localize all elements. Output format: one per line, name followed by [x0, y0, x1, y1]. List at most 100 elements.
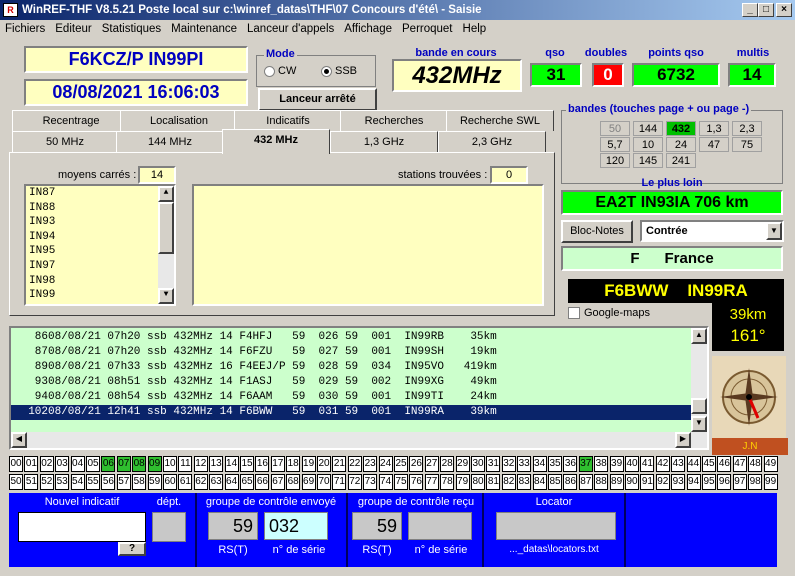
number-cell[interactable]: 40: [625, 456, 639, 472]
launcher-button[interactable]: Lanceur arrêté: [258, 88, 377, 111]
tab-recentrage[interactable]: Recentrage: [12, 110, 130, 131]
square-item[interactable]: IN95: [29, 244, 174, 259]
number-cell[interactable]: 75: [394, 474, 408, 490]
scroll-thumb[interactable]: [691, 398, 707, 414]
number-cell[interactable]: 15: [240, 456, 254, 472]
square-item[interactable]: IN98: [29, 274, 174, 289]
square-item[interactable]: IN88: [29, 201, 174, 216]
number-cell[interactable]: 92: [655, 474, 670, 490]
number-cell[interactable]: 07: [116, 456, 131, 472]
number-cell[interactable]: 37: [578, 456, 593, 472]
number-cell[interactable]: 01: [24, 456, 39, 472]
number-cell[interactable]: 88: [594, 474, 609, 490]
band-button-2-3[interactable]: 2,3: [732, 121, 762, 136]
number-cell[interactable]: 91: [640, 474, 655, 490]
found-stations-list[interactable]: [192, 184, 544, 306]
number-cell[interactable]: 67: [270, 474, 285, 490]
number-cell[interactable]: 95: [702, 474, 716, 490]
band-button-145[interactable]: 145: [633, 153, 663, 168]
menu-lanceur[interactable]: Lanceur d'appels: [242, 23, 339, 35]
square-item[interactable]: IN99: [29, 288, 174, 303]
number-cell[interactable]: 72: [347, 474, 362, 490]
band-button-10[interactable]: 10: [633, 137, 663, 152]
mode-cw-radio[interactable]: CW: [264, 65, 296, 77]
number-cell[interactable]: 93: [671, 474, 686, 490]
menu-help[interactable]: Help: [458, 23, 492, 35]
menu-perroquet[interactable]: Perroquet: [397, 23, 458, 35]
number-cell[interactable]: 33: [517, 456, 532, 472]
band-button-47[interactable]: 47: [699, 137, 729, 152]
squares-list[interactable]: IN87 IN88 IN93 IN94 IN95 IN97 IN98 IN99 ▲ ▼: [24, 184, 176, 306]
number-cell[interactable]: 77: [424, 474, 439, 490]
number-cell[interactable]: 71: [332, 474, 347, 490]
number-cell[interactable]: 27: [424, 456, 439, 472]
locator-field[interactable]: [496, 512, 616, 540]
scroll-left-icon[interactable]: ◀: [11, 432, 27, 448]
table-row[interactable]: 8908/08/21 07h33 ssb 432MHz 16 F4EEJ/P 59 028 59…: [11, 360, 707, 375]
number-cell[interactable]: 09: [147, 456, 162, 472]
band-button-75[interactable]: 75: [732, 137, 762, 152]
tab-144mhz[interactable]: 144 MHz: [116, 131, 224, 152]
menu-maintenance[interactable]: Maintenance: [166, 23, 242, 35]
number-cell[interactable]: 47: [732, 456, 747, 472]
scroll-down-icon[interactable]: ▼: [158, 288, 174, 304]
mode-ssb-radio[interactable]: SSB: [321, 65, 357, 77]
number-cell[interactable]: 90: [625, 474, 639, 490]
menu-affichage[interactable]: Affichage: [339, 23, 397, 35]
table-row[interactable]: 8608/08/21 07h20 ssb 432MHz 14 F4HFJ 59 026 59 00…: [11, 330, 707, 345]
number-cell[interactable]: 23: [363, 456, 378, 472]
scroll-up-icon[interactable]: ▲: [691, 328, 707, 344]
band-button-5-7[interactable]: 5,7: [600, 137, 630, 152]
number-cell[interactable]: 78: [440, 474, 455, 490]
dept-field[interactable]: [152, 512, 186, 542]
number-cell[interactable]: 30: [471, 456, 485, 472]
number-cell[interactable]: 64: [224, 474, 239, 490]
number-cell[interactable]: 18: [286, 456, 301, 472]
number-cell[interactable]: 51: [24, 474, 39, 490]
number-cell[interactable]: 13: [209, 456, 224, 472]
recv-serial[interactable]: [408, 512, 472, 540]
number-cell[interactable]: 46: [717, 456, 732, 472]
table-row[interactable]: 8708/08/21 07h20 ssb 432MHz 14 F6FZU 59 027 59 00…: [11, 345, 707, 360]
number-cell[interactable]: 45: [702, 456, 716, 472]
number-cell[interactable]: 80: [471, 474, 485, 490]
band-button-144[interactable]: 144: [633, 121, 663, 136]
number-cell[interactable]: 38: [594, 456, 609, 472]
number-cell[interactable]: 85: [548, 474, 562, 490]
number-cell[interactable]: 79: [455, 474, 470, 490]
square-item[interactable]: IN87: [29, 186, 174, 201]
number-cell[interactable]: 94: [686, 474, 701, 490]
number-cell[interactable]: 20: [317, 456, 331, 472]
country-select[interactable]: Contrée ▼: [640, 220, 784, 242]
number-cell[interactable]: 69: [301, 474, 316, 490]
square-item[interactable]: IN93: [29, 215, 174, 230]
number-cell[interactable]: 89: [609, 474, 624, 490]
number-cell[interactable]: 54: [70, 474, 85, 490]
table-row[interactable]: 9308/08/21 08h51 ssb 432MHz 14 F1ASJ 59 029 59 00…: [11, 375, 707, 390]
number-cell[interactable]: 43: [671, 456, 686, 472]
number-cell[interactable]: 35: [548, 456, 562, 472]
number-cell[interactable]: 29: [455, 456, 470, 472]
qso-log[interactable]: 8608/08/21 07h20 ssb 432MHz 14 F4HFJ 59 026 59 00…: [9, 326, 709, 450]
band-button-432[interactable]: 432: [666, 121, 696, 136]
sent-rs[interactable]: 59: [208, 512, 258, 540]
number-cell[interactable]: 83: [517, 474, 532, 490]
number-cell[interactable]: 50: [9, 474, 23, 490]
sent-serial[interactable]: 032: [264, 512, 328, 540]
number-cell[interactable]: 99: [763, 474, 778, 490]
tab-indicatifs[interactable]: Indicatifs: [234, 110, 342, 131]
band-button-120[interactable]: 120: [600, 153, 630, 168]
number-cell[interactable]: 03: [55, 456, 70, 472]
menu-editeur[interactable]: Editeur: [50, 23, 96, 35]
menu-statistiques[interactable]: Statistiques: [97, 23, 166, 35]
number-cell[interactable]: 60: [163, 474, 177, 490]
number-cell[interactable]: 49: [763, 456, 778, 472]
number-cell[interactable]: 11: [178, 456, 193, 472]
number-cell[interactable]: 06: [101, 456, 116, 472]
number-cell[interactable]: 87: [578, 474, 593, 490]
number-cell[interactable]: 82: [501, 474, 516, 490]
recv-rs[interactable]: 59: [352, 512, 402, 540]
number-cell[interactable]: 59: [147, 474, 162, 490]
close-button[interactable]: ×: [776, 3, 792, 17]
number-cell[interactable]: 65: [240, 474, 254, 490]
